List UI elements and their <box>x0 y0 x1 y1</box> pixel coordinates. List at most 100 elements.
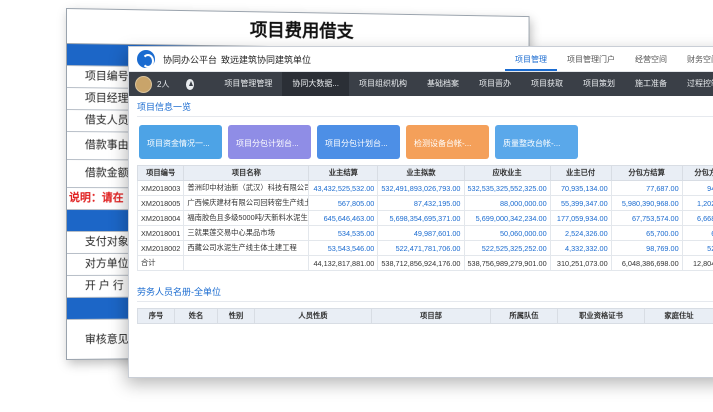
table-cell: 98,769.00 <box>610 240 683 256</box>
column-header[interactable]: 所属队伍 <box>490 308 558 324</box>
top-bar: 协同办公平台 致远建筑协同建筑单位 项目管理 项目管理门户 经营空间 财务空间 <box>129 47 713 72</box>
collapse-arrow-icon[interactable] <box>185 78 195 90</box>
section-title-projects: 项目信息一览 <box>137 96 713 117</box>
shortcut-card[interactable]: 质量整改台帐-... <box>495 125 578 159</box>
table-cell: 538,712,856,924,176.00 <box>377 255 465 271</box>
table-row[interactable]: XM2018003 普洲印中材油新（武汉）科技有限公司... 43,432,525,… <box>136 180 713 196</box>
table-row[interactable]: XM2018001 三就果莲交易中心果品市场 534,535.00 49,987,60… <box>136 225 713 241</box>
table-cell: XM2018004 <box>136 210 185 226</box>
table-cell: XM2018005 <box>136 195 185 211</box>
table-total-row: 合计 44,132,817,881.00 538,712,856,924,176.0… <box>136 255 713 271</box>
main-nav: 2人 项目管理管理 协同大数据... 项目组织机构 基础档案 项目晋办 项目获取… <box>129 72 713 96</box>
table-cell: 94,320.00 <box>681 180 713 196</box>
table-cell: 55,399,347.00 <box>549 195 612 211</box>
table-cell: 87,432,195.00 <box>377 195 465 211</box>
table-cell: 177,059,934.00 <box>549 210 612 226</box>
table-cell: 77,687.00 <box>610 180 683 196</box>
column-header[interactable]: 序号 <box>137 308 175 324</box>
column-header[interactable]: 人员性质 <box>254 308 372 324</box>
column-header[interactable]: 业主结算 <box>308 165 379 181</box>
top-tabs: 项目管理 项目管理门户 经营空间 财务空间 <box>505 47 713 71</box>
table-cell: 522,471,781,706.00 <box>377 240 465 256</box>
org-name: 致远建筑协同建筑单位 <box>221 55 312 65</box>
table-cell: 532,535,325,552,325.00 <box>463 180 551 196</box>
shortcut-card[interactable]: 项目分包计划台... <box>228 125 311 159</box>
table-cell: 2,524,326.00 <box>549 225 612 241</box>
nav-item-org[interactable]: 项目组织机构 <box>349 72 417 96</box>
table-cell: 53,543,546.00 <box>308 240 379 256</box>
nav-item-project-admin[interactable]: 项目管理管理 <box>214 72 282 96</box>
table-cell: 福南胶色且多级5000吨/天新料水泥生... <box>183 210 310 226</box>
nav-item-prep[interactable]: 施工准备 <box>625 72 677 96</box>
app-name: 协同办公平台 <box>163 55 218 65</box>
user-count: 2人 <box>157 79 170 89</box>
table-row[interactable]: XM2018004 福南胶色且多级5000吨/天新料水泥生... 645,646,4… <box>136 210 713 226</box>
table-cell: 538,756,989,279,901.00 <box>463 255 551 271</box>
table-row[interactable]: XM2018005 广西候庆建材有限公司回转窑生产线土... 567,805.00 8… <box>136 195 713 211</box>
table-cell: XM2018002 <box>136 240 185 256</box>
table-cell: 三就果莲交易中心果品市场 <box>183 225 310 241</box>
column-header[interactable]: 职业资格证书 <box>557 308 645 324</box>
nav-item-process[interactable]: 过程控制 <box>677 72 713 96</box>
table-cell: 310,251,073.00 <box>549 255 612 271</box>
column-header[interactable]: 分包方拟款 <box>681 165 713 181</box>
table-cell: 645,646,463.00 <box>308 210 379 226</box>
table-body: XM2018003 普洲印中材油新（武汉）科技有限公司... 43,432,525,… <box>136 180 713 271</box>
table-cell <box>183 255 310 271</box>
table-cell: 67,753,574.00 <box>610 210 683 226</box>
column-header[interactable]: 分包方结算 <box>610 165 683 181</box>
table-cell: 1,202,434.00 <box>681 195 713 211</box>
tab-business-space[interactable]: 经营空间 <box>625 47 677 71</box>
table-cell: 6,661.00 <box>681 225 713 241</box>
table-cell: 5,699,000,342,234.00 <box>463 210 551 226</box>
user-info[interactable]: 2人 <box>129 75 186 93</box>
worker-table: 序号姓名性别人员性质项目部所属队伍职业资格证书家庭住址身份证号 <box>137 308 713 324</box>
nav-item-big-data[interactable]: 协同大数据... <box>282 72 349 96</box>
table-cell: 50,060,000.00 <box>463 225 551 241</box>
table-cell: 44,132,817,881.00 <box>308 255 379 271</box>
table-cell: 6,048,386,698.00 <box>610 255 683 271</box>
table-cell: 合计 <box>136 255 185 271</box>
table-cell: 广西候庆建材有限公司回转窑生产线土... <box>183 195 310 211</box>
column-header[interactable]: 姓名 <box>174 308 218 324</box>
avatar[interactable] <box>135 75 152 93</box>
section-title-workers: 劳务人员名册-全单位 <box>137 281 713 302</box>
table-header-row: 序号姓名性别人员性质项目部所属队伍职业资格证书家庭住址身份证号 <box>137 308 713 324</box>
column-header[interactable]: 项目名称 <box>183 165 310 181</box>
nav-item-acquire[interactable]: 项目获取 <box>521 72 573 96</box>
column-header[interactable]: 项目部 <box>371 308 491 324</box>
table-cell: 49,987,601.00 <box>377 225 465 241</box>
table-cell: XM2018001 <box>136 225 185 241</box>
table-cell: 534,535.00 <box>308 225 379 241</box>
column-header[interactable]: 业主已付 <box>549 165 612 181</box>
shortcut-card[interactable]: 项目资金情况一... <box>139 125 222 159</box>
column-header[interactable]: 业主拟款 <box>377 165 465 181</box>
table-row[interactable]: XM2018002 西藏公司水泥生产线主体土建工程 53,543,546.00 522… <box>136 240 713 256</box>
tab-project-portal[interactable]: 项目管理门户 <box>557 47 625 71</box>
column-header[interactable]: 应收业主 <box>463 165 551 181</box>
table-cell: 5,698,354,695,371.00 <box>377 210 465 226</box>
table-cell: 西藏公司水泥生产线主体土建工程 <box>183 240 310 256</box>
table-cell: 88,000,000.00 <box>463 195 551 211</box>
content-area: 项目信息一览 项目资金情况一... 项目分包计划台... 项目分包计划台... 检测设… <box>129 96 713 324</box>
table-cell: 6,668,865.00 <box>681 210 713 226</box>
column-header[interactable]: 性别 <box>217 308 255 324</box>
shortcut-card[interactable]: 检测设备台帐-... <box>406 125 489 159</box>
table-cell: 532,491,893,026,793.00 <box>377 180 465 196</box>
nav-item-archive[interactable]: 基础档案 <box>417 72 469 96</box>
logo-icon <box>137 50 155 68</box>
table-cell: XM2018003 <box>136 180 185 196</box>
shortcut-card[interactable]: 项目分包计划台... <box>317 125 400 159</box>
column-header[interactable]: 项目编号 <box>136 165 185 181</box>
app-window: 协同办公平台 致远建筑协同建筑单位 项目管理 项目管理门户 经营空间 财务空间 … <box>128 46 713 378</box>
project-table: 项目编号项目名称业主结算业主拟款应收业主业主已付分包方结算分包方拟款应付分 XM… <box>136 165 713 271</box>
column-header[interactable]: 家庭住址 <box>644 308 713 324</box>
nav-item-office[interactable]: 项目晋办 <box>469 72 521 96</box>
tab-finance-space[interactable]: 财务空间 <box>677 47 713 71</box>
nav-item-plan[interactable]: 项目策划 <box>573 72 625 96</box>
table-cell: 5,980,390,968.00 <box>610 195 683 211</box>
tab-project-management[interactable]: 项目管理 <box>505 47 557 71</box>
table-cell: 567,805.00 <box>308 195 379 211</box>
shortcut-cards: 项目资金情况一... 项目分包计划台... 项目分包计划台... 检测设备台帐-...… <box>137 117 713 165</box>
table-cell: 65,700.00 <box>610 225 683 241</box>
